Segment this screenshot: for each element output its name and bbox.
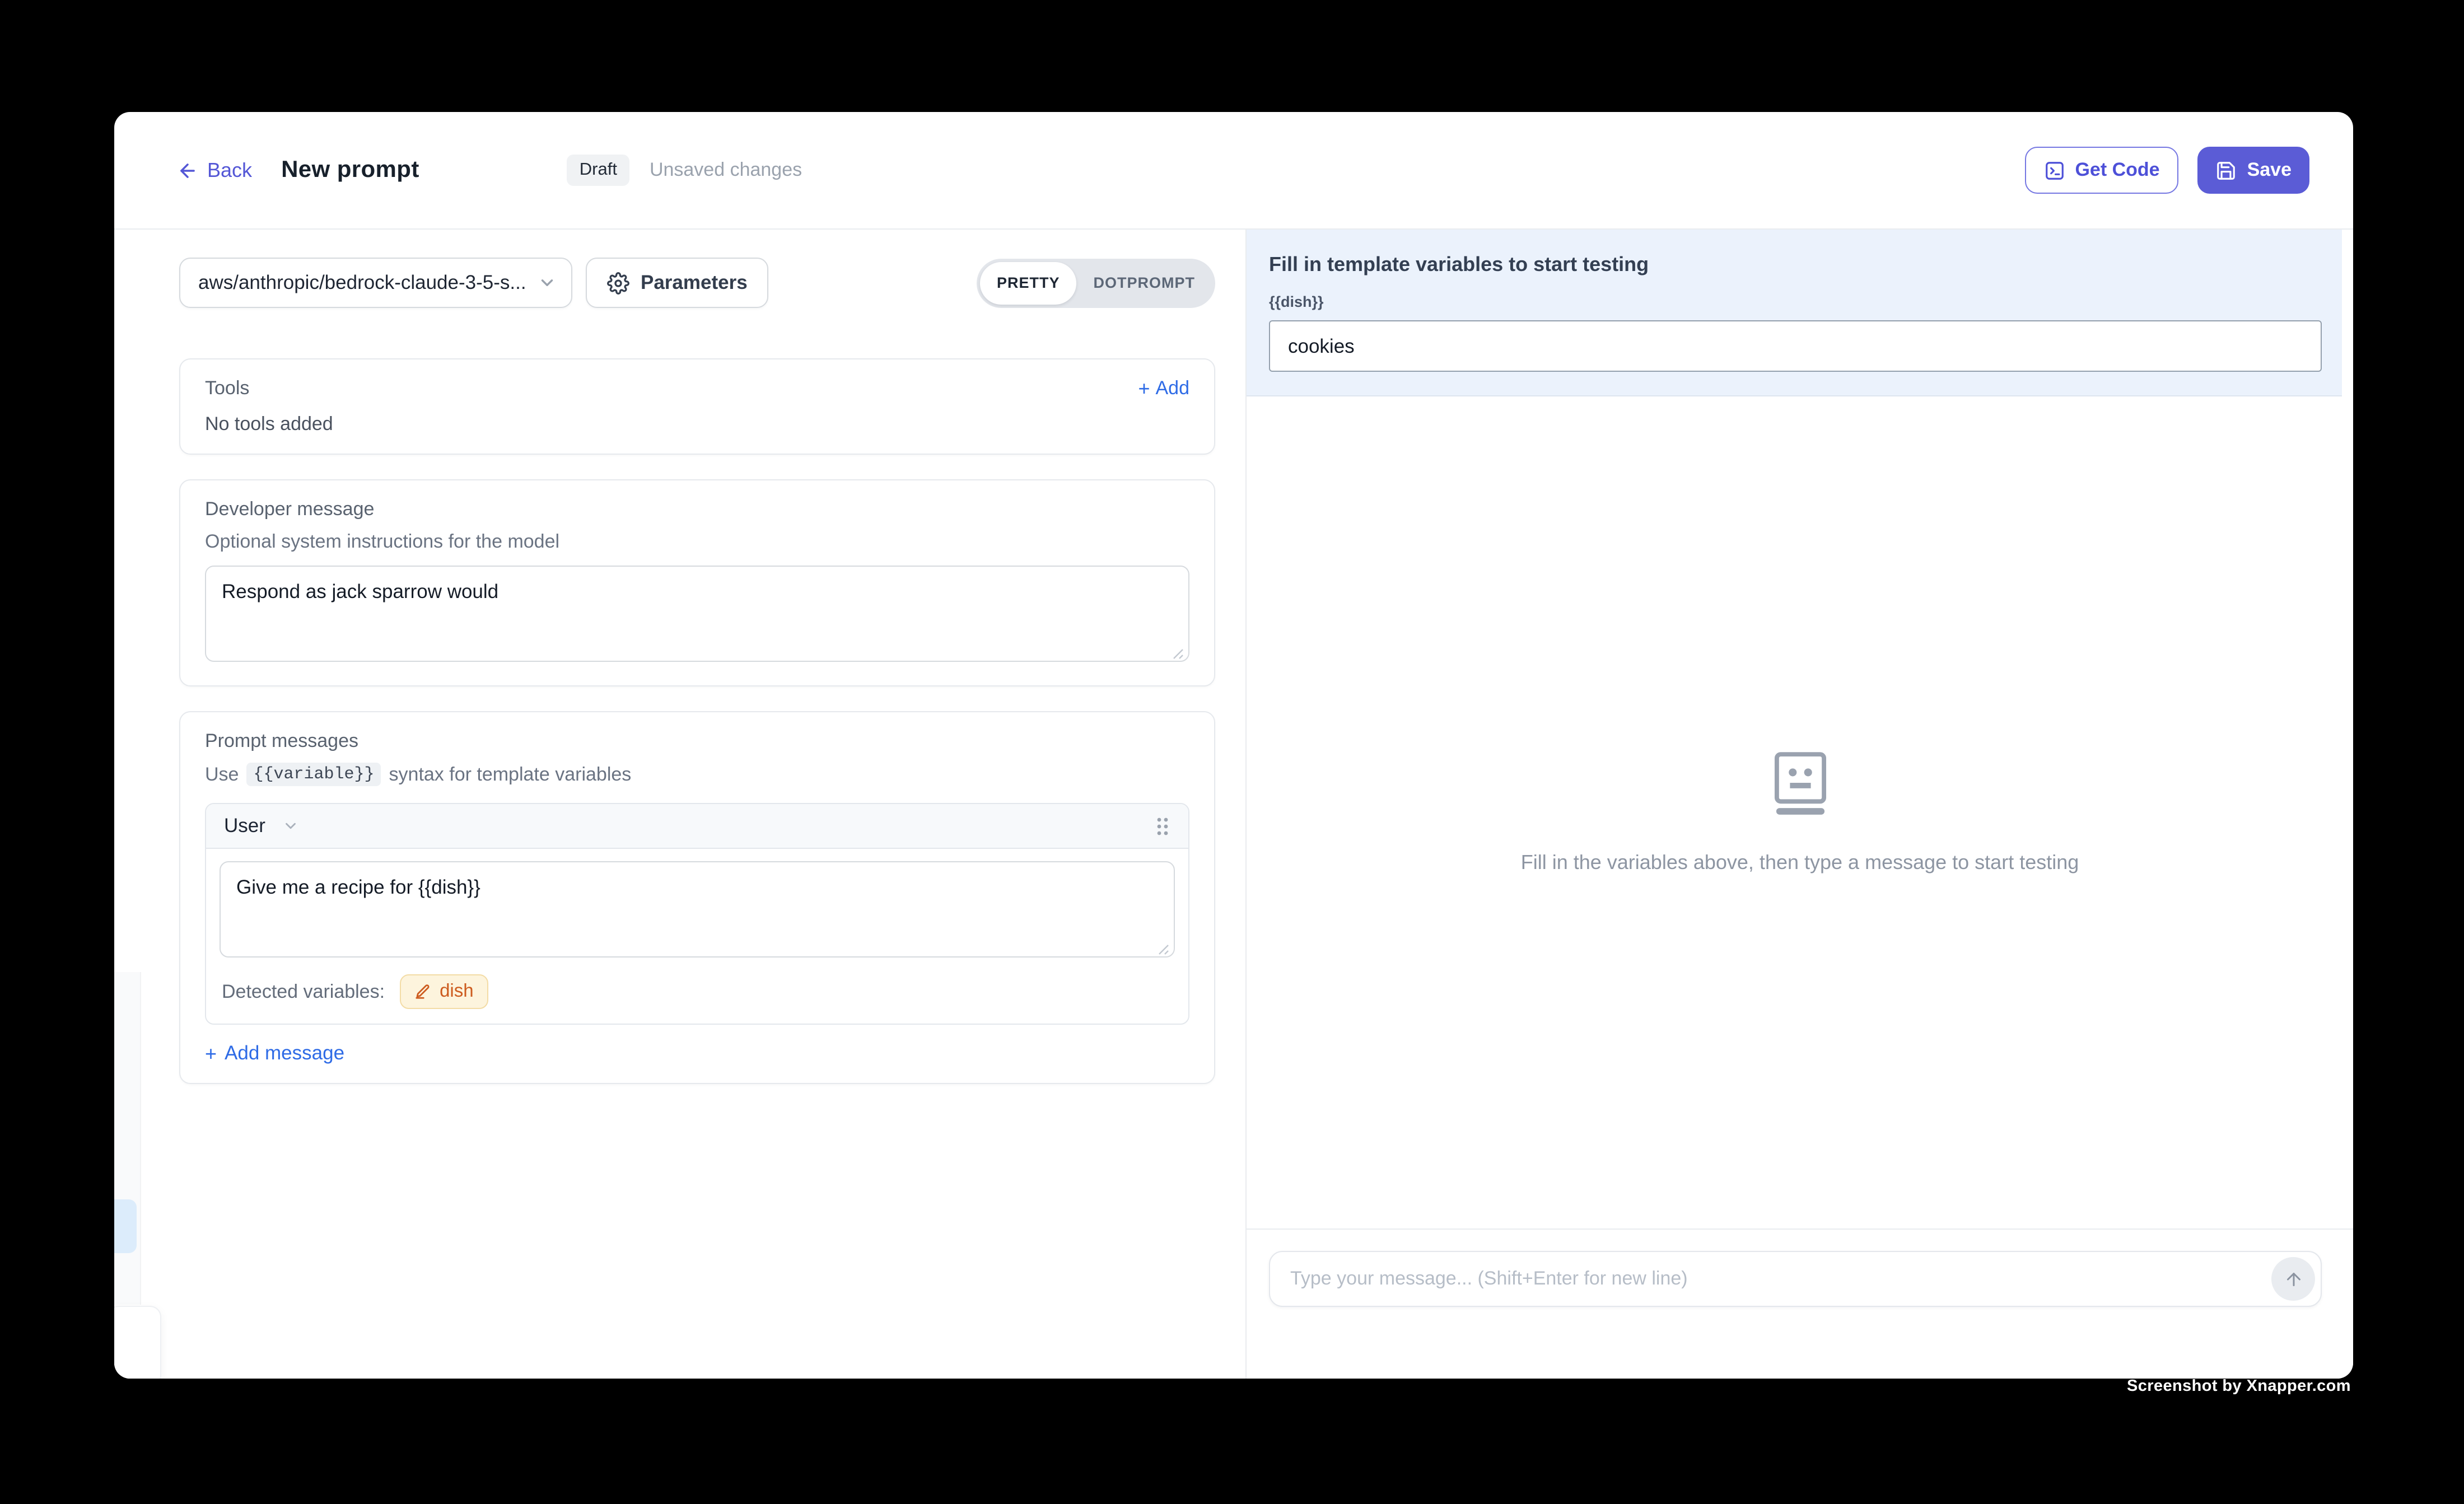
editor-toolbar: aws/anthropic/bedrock-claude-3-5-s... Pa… xyxy=(179,258,1215,308)
send-button[interactable] xyxy=(2271,1257,2315,1301)
back-label: Back xyxy=(207,158,252,182)
top-bar-actions: Get Code Save xyxy=(2024,147,2309,194)
tools-empty-text: No tools added xyxy=(205,413,1189,436)
chat-empty-state: Fill in the variables above, then type a… xyxy=(1247,396,2353,1229)
bot-face-icon xyxy=(1774,751,1826,815)
chevron-down-icon xyxy=(538,273,557,292)
developer-message-title: Developer message xyxy=(205,498,1189,521)
message-role-selector[interactable]: User xyxy=(224,814,299,838)
message-role-value: User xyxy=(224,814,265,838)
prompt-messages-card: Prompt messages Use {{variable}} syntax … xyxy=(179,711,1215,1084)
model-selector-value: aws/anthropic/bedrock-claude-3-5-s... xyxy=(198,271,526,295)
get-code-button[interactable]: Get Code xyxy=(2024,147,2178,194)
back-button[interactable]: Back xyxy=(177,158,252,182)
unsaved-changes-label: Unsaved changes xyxy=(650,159,802,181)
empty-state-text: Fill in the variables above, then type a… xyxy=(1521,851,2079,874)
gear-icon xyxy=(607,272,629,294)
main-content: aws/anthropic/bedrock-claude-3-5-s... Pa… xyxy=(114,230,2353,1379)
save-label: Save xyxy=(2247,159,2292,181)
arrow-up-icon xyxy=(2283,1269,2303,1289)
developer-message-input[interactable]: Respond as jack sparrow would xyxy=(205,566,1189,662)
plus-icon: + xyxy=(205,1043,217,1063)
drag-handle-icon[interactable] xyxy=(1155,815,1170,837)
screen: Back New prompt Draft Unsaved changes Ge… xyxy=(0,0,2464,1504)
pencil-icon xyxy=(414,983,431,1000)
parameters-button[interactable]: Parameters xyxy=(586,258,769,308)
detected-variables-label: Detected variables: xyxy=(222,980,385,1003)
variable-syntax-hint: Use {{variable}} syntax for template var… xyxy=(205,763,1189,786)
status-badge: Draft xyxy=(567,155,629,186)
prompt-messages-title: Prompt messages xyxy=(205,730,1189,753)
add-tool-label: Add xyxy=(1156,377,1190,400)
message-body: Give me a recipe for {{dish}} xyxy=(206,849,1188,963)
watermark-text: Screenshot by Xnapper.com xyxy=(2127,1377,2351,1395)
message-header: User xyxy=(206,804,1188,849)
toggle-option-pretty[interactable]: PRETTY xyxy=(980,261,1077,304)
app-window: Back New prompt Draft Unsaved changes Ge… xyxy=(114,112,2353,1379)
add-tool-button[interactable]: + Add xyxy=(1138,377,1189,400)
variable-chip-dish[interactable]: dish xyxy=(399,974,488,1009)
variable-value-input[interactable] xyxy=(1269,320,2322,372)
variables-panel-title: Fill in template variables to start test… xyxy=(1269,253,2322,277)
developer-message-subtitle: Optional system instructions for the mod… xyxy=(205,531,1189,553)
parameters-label: Parameters xyxy=(641,271,748,295)
back-arrow-icon xyxy=(177,160,198,181)
message-content-input[interactable]: Give me a recipe for {{dish}} xyxy=(220,861,1175,957)
top-bar: Back New prompt Draft Unsaved changes Ge… xyxy=(114,112,2353,230)
message-block: User Give me a recipe for {{dish}} xyxy=(205,803,1189,1025)
add-message-label: Add message xyxy=(225,1041,344,1065)
variable-chip-label: dish xyxy=(440,981,474,1002)
developer-message-card: Developer message Optional system instru… xyxy=(179,479,1215,686)
plus-icon: + xyxy=(1138,379,1150,399)
get-code-label: Get Code xyxy=(2075,159,2159,181)
hint-prefix: Use xyxy=(205,763,239,786)
background-panel-highlight xyxy=(114,1199,137,1253)
chat-message-input[interactable] xyxy=(1270,1268,2321,1290)
detected-variables-row: Detected variables: dish xyxy=(206,963,1188,1024)
chat-input-row xyxy=(1247,1229,2353,1379)
toggle-option-dotprompt[interactable]: DOTPROMPT xyxy=(1077,261,1212,304)
save-icon xyxy=(2216,160,2237,181)
view-mode-toggle: PRETTY DOTPROMPT xyxy=(977,258,1215,307)
chat-input-bar xyxy=(1269,1251,2322,1307)
chevron-down-icon xyxy=(282,818,299,834)
add-message-button[interactable]: + Add message xyxy=(205,1041,1189,1065)
hint-code: {{variable}} xyxy=(246,763,381,786)
background-panel-strip xyxy=(114,972,141,1305)
template-variables-panel: Fill in template variables to start test… xyxy=(1247,230,2342,396)
prompt-editor-pane: aws/anthropic/bedrock-claude-3-5-s... Pa… xyxy=(114,230,1247,1379)
hint-suffix: syntax for template variables xyxy=(389,763,632,786)
background-panel-box xyxy=(114,1306,161,1379)
model-selector[interactable]: aws/anthropic/bedrock-claude-3-5-s... xyxy=(179,258,572,308)
editor-cards: Tools + Add No tools added Developer mes… xyxy=(179,358,1215,1084)
save-button[interactable]: Save xyxy=(2198,147,2309,194)
page-title: New prompt xyxy=(281,157,419,184)
variable-name-label: {{dish}} xyxy=(1269,293,2322,310)
test-pane: Fill in template variables to start test… xyxy=(1247,230,2353,1379)
tools-card: Tools + Add No tools added xyxy=(179,358,1215,455)
tools-card-title: Tools xyxy=(205,377,249,400)
terminal-icon xyxy=(2043,160,2065,181)
